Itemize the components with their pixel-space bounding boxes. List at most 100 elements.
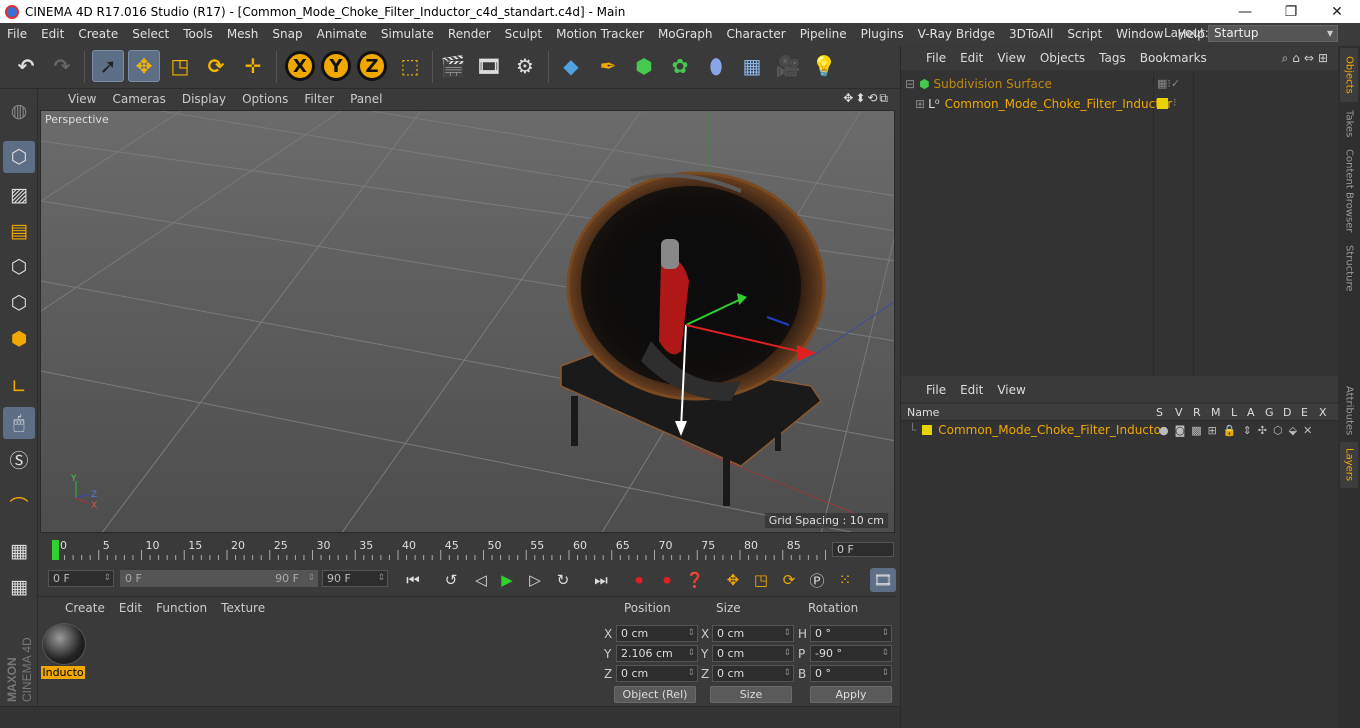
- key-pla-icon[interactable]: ⁙: [832, 568, 858, 592]
- tree-collapse-icon[interactable]: ⊟: [905, 77, 915, 91]
- menu-snap[interactable]: Snap: [265, 27, 309, 41]
- light-icon[interactable]: 💡: [808, 50, 840, 82]
- menu-pipeline[interactable]: Pipeline: [793, 27, 854, 41]
- model-mode-icon[interactable]: ⬡: [3, 141, 35, 173]
- menu-sculpt[interactable]: Sculpt: [498, 27, 549, 41]
- key-position-icon[interactable]: ✥: [720, 568, 746, 592]
- layer-color-swatch[interactable]: [1157, 98, 1168, 109]
- y-axis-lock-icon[interactable]: Y: [321, 51, 351, 81]
- camera-icon[interactable]: 🎥: [772, 50, 804, 82]
- size-z-field[interactable]: 0 cm: [712, 665, 794, 682]
- position-z-field[interactable]: 0 cm: [616, 665, 698, 682]
- current-frame-field[interactable]: 0 F: [832, 542, 894, 557]
- side-tab-objects[interactable]: Objects: [1340, 48, 1358, 102]
- side-tab-structure[interactable]: Structure: [1340, 240, 1358, 296]
- material-menu-edit[interactable]: Edit: [112, 601, 149, 615]
- move-tool-icon[interactable]: ✥: [128, 50, 160, 82]
- menu-animate[interactable]: Animate: [310, 27, 374, 41]
- rotation-h-field[interactable]: 0 °: [810, 625, 892, 642]
- pen-spline-icon[interactable]: ✒: [592, 50, 624, 82]
- next-key-icon[interactable]: ↻: [550, 568, 576, 592]
- object-row-subdivision[interactable]: ⊟ ⬢ Subdivision Surface: [905, 74, 1145, 94]
- playhead[interactable]: [52, 540, 59, 560]
- layer-menu-view[interactable]: View: [990, 383, 1032, 397]
- undo-icon[interactable]: ↶: [10, 50, 42, 82]
- menu-tools[interactable]: Tools: [176, 27, 220, 41]
- play-icon[interactable]: ▶: [494, 568, 520, 592]
- menu-render[interactable]: Render: [441, 27, 498, 41]
- size-x-field[interactable]: 0 cm: [712, 625, 794, 642]
- layer-row[interactable]: └ Common_Mode_Choke_Filter_Inductor ●◙▩⊞…: [905, 420, 1335, 440]
- layer-menu-edit[interactable]: Edit: [953, 383, 990, 397]
- tweak-mode-icon[interactable]: 🖱: [3, 407, 35, 439]
- position-y-field[interactable]: 2.106 cm: [616, 645, 698, 662]
- object-menu-objects[interactable]: Objects: [1033, 51, 1092, 65]
- object-menu-tags[interactable]: Tags: [1092, 51, 1133, 65]
- points-mode-icon[interactable]: ⬡: [3, 251, 35, 283]
- viewport-menu-view[interactable]: View: [60, 92, 104, 106]
- layout-select[interactable]: Startup: [1208, 25, 1338, 42]
- rotation-p-field[interactable]: -90 °: [810, 645, 892, 662]
- viewport-navigation-icon[interactable]: ✥⬍⟲⧉: [843, 91, 890, 106]
- redo-icon[interactable]: ↷: [46, 50, 78, 82]
- material-menu-texture[interactable]: Texture: [214, 601, 272, 615]
- minimize-button[interactable]: —: [1222, 4, 1268, 20]
- end-frame-field[interactable]: 90 F: [322, 570, 388, 587]
- viewport-menu-panel[interactable]: Panel: [342, 92, 390, 106]
- keyframe-selection-icon[interactable]: ❓: [682, 568, 708, 592]
- render-view-icon[interactable]: 🎬: [437, 50, 469, 82]
- side-tab-attributes[interactable]: Attributes: [1340, 382, 1358, 440]
- next-frame-icon[interactable]: ▷: [522, 568, 548, 592]
- subdivision-surface-icon[interactable]: ⬢: [628, 50, 660, 82]
- menu-vray-bridge[interactable]: V-Ray Bridge: [911, 27, 1002, 41]
- last-tool-icon[interactable]: ✛: [237, 50, 269, 82]
- size-mode-select[interactable]: Size: [710, 686, 792, 703]
- object-menu-edit[interactable]: Edit: [953, 51, 990, 65]
- tree-expand-icon[interactable]: ⊞: [915, 97, 925, 111]
- perspective-viewport[interactable]: Y Z X Perspective Grid Spacing : 10 cm: [40, 110, 895, 533]
- apply-button[interactable]: Apply: [810, 686, 892, 703]
- timeline-window-icon[interactable]: 🎞: [870, 568, 896, 592]
- menu-file[interactable]: File: [0, 27, 34, 41]
- close-button[interactable]: ✕: [1314, 4, 1360, 20]
- auto-key-icon[interactable]: ⏺: [654, 568, 680, 592]
- menu-mesh[interactable]: Mesh: [220, 27, 266, 41]
- deformer-icon[interactable]: ⬮: [700, 50, 732, 82]
- visibility-toggle-icon[interactable]: ▦⁝✓: [1157, 77, 1180, 90]
- goto-start-icon[interactable]: ⏮: [400, 568, 426, 592]
- record-icon[interactable]: ⏺: [626, 568, 652, 592]
- edges-mode-icon[interactable]: ⬡: [3, 287, 35, 319]
- goto-end-icon[interactable]: ⏭: [588, 568, 614, 592]
- render-settings-icon[interactable]: ⚙: [509, 50, 541, 82]
- menu-mograph[interactable]: MoGraph: [651, 27, 720, 41]
- magnet-icon[interactable]: ⌒: [3, 489, 35, 521]
- layer-flags-icon[interactable]: ●◙▩⊞🔒⇕✣⬡⬙✕: [1159, 424, 1318, 437]
- menu-window[interactable]: Window: [1109, 27, 1170, 41]
- side-tab-layers[interactable]: Layers: [1340, 442, 1358, 488]
- menu-select[interactable]: Select: [125, 27, 176, 41]
- timeline-ruler[interactable]: 0 5 10 15 20 25 30 35 40 45 50 55 60 65 70 75 80 85 90 0 F: [40, 536, 896, 564]
- start-frame-field[interactable]: 0 F: [48, 570, 114, 587]
- workplane-align-icon[interactable]: ▦: [3, 571, 35, 603]
- layer-color-swatch[interactable]: [922, 425, 933, 435]
- viewport-menu-options[interactable]: Options: [234, 92, 296, 106]
- menu-3dtoall[interactable]: 3DToAll: [1002, 27, 1060, 41]
- prev-frame-icon[interactable]: ◁: [468, 568, 494, 592]
- material-menu-create[interactable]: Create: [58, 601, 112, 615]
- menu-plugins[interactable]: Plugins: [854, 27, 911, 41]
- object-menu-view[interactable]: View: [990, 51, 1032, 65]
- texture-mode-icon[interactable]: ▨: [3, 179, 35, 211]
- z-axis-lock-icon[interactable]: Z: [357, 51, 387, 81]
- rotate-tool-icon[interactable]: ⟳: [200, 50, 232, 82]
- object-menu-bookmarks[interactable]: Bookmarks: [1133, 51, 1214, 65]
- key-rotation-icon[interactable]: ⟳: [776, 568, 802, 592]
- object-row-inductor[interactable]: ⊞ L⁰ Common_Mode_Choke_Filter_Inductor: [905, 94, 1172, 114]
- menu-simulate[interactable]: Simulate: [374, 27, 441, 41]
- axis-mode-icon[interactable]: ∟: [3, 371, 35, 403]
- size-y-field[interactable]: 0 cm: [712, 645, 794, 662]
- key-param-icon[interactable]: Ⓟ: [804, 568, 830, 592]
- prev-key-icon[interactable]: ↺: [438, 568, 464, 592]
- select-tool-icon[interactable]: ➚: [92, 50, 124, 82]
- material-menu-function[interactable]: Function: [149, 601, 214, 615]
- material-name[interactable]: Inducto: [41, 666, 85, 679]
